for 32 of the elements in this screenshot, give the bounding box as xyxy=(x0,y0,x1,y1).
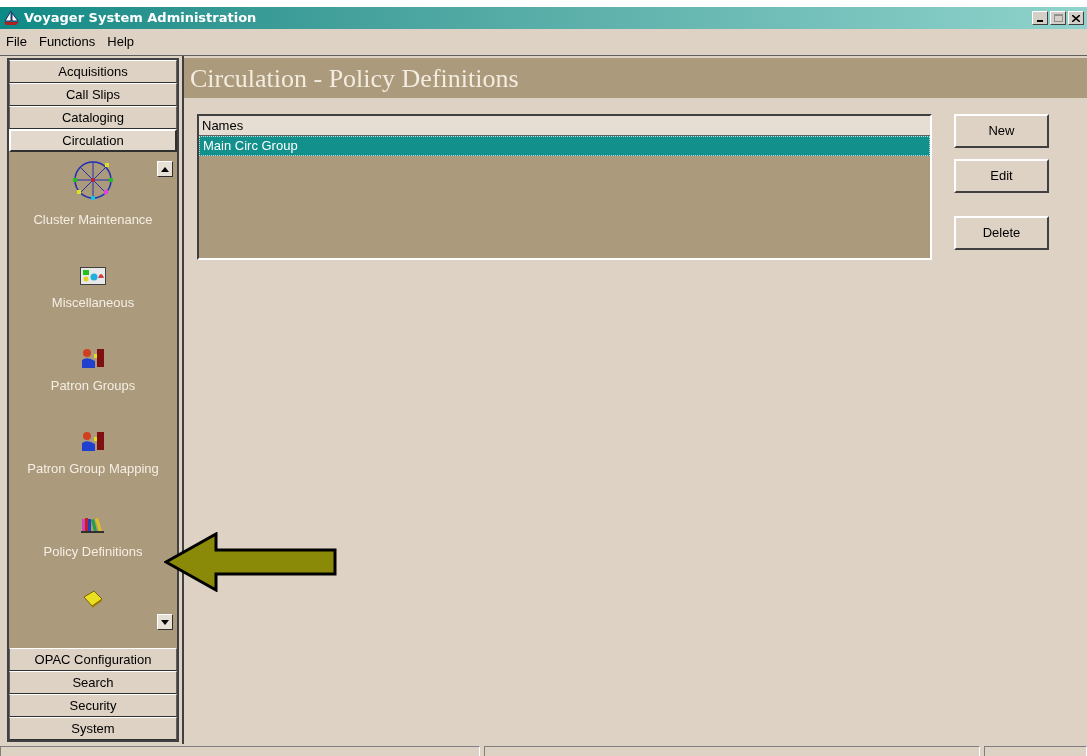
book-icon xyxy=(82,589,104,609)
category-tab[interactable]: Acquisitions xyxy=(9,60,177,83)
scroll-down-button[interactable] xyxy=(157,614,173,630)
caret-up-icon xyxy=(161,166,169,172)
page-title: Circulation - Policy Definitions xyxy=(190,62,519,95)
action-button[interactable]: New xyxy=(954,114,1049,148)
category-tab[interactable]: Circulation xyxy=(9,129,177,152)
category-tab[interactable]: Security xyxy=(9,694,177,717)
shapes-icon xyxy=(80,266,106,285)
category-tab[interactable]: Cataloging xyxy=(9,106,177,129)
menu-item[interactable]: File xyxy=(4,32,29,52)
action-button[interactable]: Delete xyxy=(954,216,1049,250)
scroll-up-button[interactable] xyxy=(157,161,173,177)
ship-icon xyxy=(3,10,20,26)
close-button[interactable] xyxy=(1068,11,1084,25)
person-door-icon xyxy=(81,430,105,451)
close-icon xyxy=(1072,14,1080,22)
category-tab[interactable]: System xyxy=(9,717,177,740)
action-button[interactable]: Edit xyxy=(954,159,1049,193)
menu-item[interactable]: Help xyxy=(105,32,137,52)
caret-down-icon xyxy=(161,619,169,625)
window-title: Voyager System Administration xyxy=(24,9,257,28)
category-tab[interactable]: Call Slips xyxy=(9,83,177,106)
maximize-button[interactable] xyxy=(1050,11,1066,25)
menu-item[interactable]: Functions xyxy=(36,32,98,52)
minimize-button[interactable] xyxy=(1032,11,1048,25)
list-row[interactable]: Main Circ Group xyxy=(199,136,930,156)
category-tab[interactable]: Search xyxy=(9,671,177,694)
category-tab[interactable]: OPAC Configuration xyxy=(9,648,177,671)
books-icon xyxy=(80,515,106,534)
person-door-icon xyxy=(81,347,105,368)
column-header: Names xyxy=(199,116,930,136)
